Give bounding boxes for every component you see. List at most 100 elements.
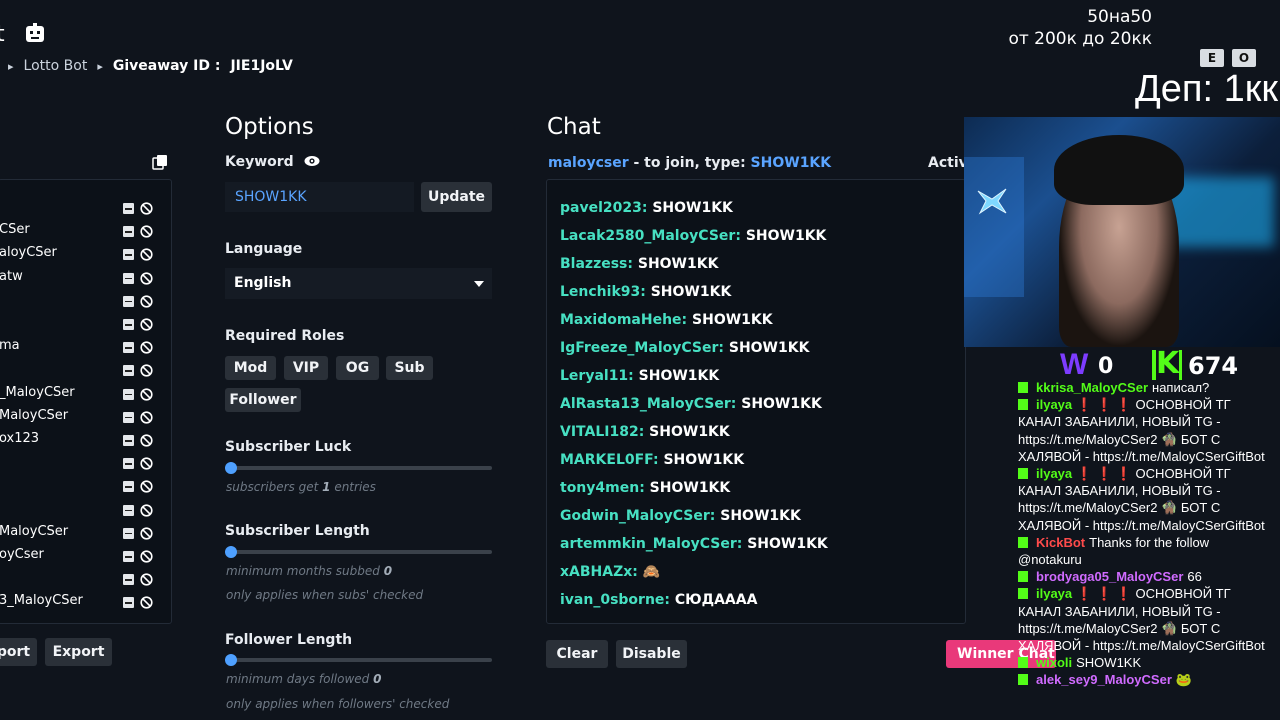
remove-entry-icon[interactable]	[123, 574, 134, 586]
remove-entry-icon[interactable]	[123, 411, 134, 423]
stream-chat-line: https://t.me/MaloyCSer2 🧌 БОТ С	[1018, 432, 1220, 448]
chat-message: artemmkin_MaloyCSer: SHOW1KK	[560, 536, 828, 552]
stream-chat-text: https://t.me/MaloyCSer2 🧌 БОТ С	[1018, 431, 1221, 447]
channel-name[interactable]: maloycser	[548, 155, 629, 171]
webcam-feed	[964, 117, 1280, 347]
chat-username[interactable]: IgFreeze_MaloyCSer:	[560, 340, 724, 356]
top-bar: t ▸ Lotto Bot ▸ Giveaway ID : JIE1JoLV	[0, 0, 980, 90]
remove-entry-icon[interactable]	[123, 597, 134, 609]
ban-icon[interactable]	[140, 225, 153, 238]
overlay-line-1: 50на50	[1087, 7, 1152, 27]
role-vip-button[interactable]: VIP	[284, 356, 328, 380]
kick-badge-icon	[1018, 399, 1028, 411]
chat-heading: Chat	[547, 114, 601, 140]
chat-username[interactable]: Godwin_MaloyCSer:	[560, 508, 715, 524]
remove-entry-icon[interactable]	[123, 458, 134, 470]
ban-icon[interactable]	[140, 480, 153, 493]
ban-icon[interactable]	[140, 503, 153, 517]
chat-log[interactable]: pavel2023: SHOW1KK Lacak2580_MaloyCSer: S…	[546, 179, 966, 624]
stream-chat-line: https://t.me/MaloyCSer2 🧌 БОТ С	[1018, 500, 1220, 516]
chat-username[interactable]: AlRasta13_MaloyCSer:	[560, 396, 736, 412]
remove-entry-icon[interactable]	[123, 319, 134, 330]
ban-icon[interactable]	[140, 318, 153, 331]
ban-icon[interactable]	[140, 411, 153, 424]
language-label: Language	[225, 241, 303, 257]
stream-chat-username: brodyaga05_MaloyCSer	[1036, 569, 1184, 585]
export-button[interactable]: Export	[45, 638, 112, 666]
chat-username[interactable]: Lenchik93:	[560, 284, 646, 300]
remove-entry-icon[interactable]	[123, 249, 134, 261]
ban-icon[interactable]	[140, 457, 153, 470]
remove-entry-icon[interactable]	[123, 527, 134, 539]
disable-button[interactable]: Disable	[616, 640, 687, 668]
chat-text: SHOW1KK	[649, 480, 731, 496]
ban-icon[interactable]	[140, 248, 153, 261]
chat-message: pavel2023: SHOW1KK	[560, 200, 733, 216]
stream-chat-line: https://t.me/MaloyCSer2 🧌 БОТ С	[1018, 621, 1220, 637]
role-follower-button[interactable]: Follower	[225, 388, 301, 412]
subscriber-length-slider[interactable]	[225, 546, 492, 558]
ban-icon[interactable]	[140, 202, 153, 215]
role-og-button[interactable]: OG	[336, 356, 379, 380]
remove-entry-icon[interactable]	[123, 342, 134, 354]
chat-username[interactable]: Leryal11:	[560, 368, 634, 384]
remove-entry-icon[interactable]	[123, 365, 134, 377]
participant-name: ox123	[0, 431, 40, 446]
role-sub-button[interactable]: Sub	[386, 356, 433, 380]
remove-entry-icon[interactable]	[123, 295, 134, 307]
remove-entry-icon[interactable]	[123, 388, 134, 400]
ban-icon[interactable]	[140, 550, 153, 563]
chat-username[interactable]: xABHAZx:	[560, 564, 638, 580]
breadcrumb-lotto-bot[interactable]: Lotto Bot	[24, 58, 88, 74]
update-button[interactable]: Update	[421, 182, 492, 212]
language-select[interactable]: English	[225, 268, 492, 299]
remove-entry-icon[interactable]	[123, 504, 134, 516]
follower-length-slider[interactable]	[225, 654, 492, 666]
ban-icon[interactable]	[140, 295, 153, 308]
ban-icon[interactable]	[140, 434, 153, 447]
import-button[interactable]: port	[0, 638, 37, 666]
keyword-input[interactable]	[225, 182, 414, 212]
remove-entry-icon[interactable]	[123, 226, 134, 238]
role-mod-button[interactable]: Mod	[225, 356, 276, 380]
ban-icon[interactable]	[140, 573, 153, 586]
chat-username[interactable]: ivan_0sborne:	[560, 592, 670, 608]
stream-chat-username: ilyaya	[1036, 466, 1073, 481]
remove-entry-icon[interactable]	[123, 272, 134, 284]
chat-username[interactable]: Lacak2580_MaloyCSer:	[560, 228, 741, 244]
ban-icon[interactable]	[140, 527, 153, 540]
chat-username[interactable]: tony4men:	[560, 480, 645, 496]
subscriber-luck-slider[interactable]	[225, 462, 492, 474]
slider-handle[interactable]	[225, 462, 237, 474]
slider-handle[interactable]	[225, 654, 237, 666]
ban-icon[interactable]	[140, 596, 153, 609]
chat-text: SHOW1KK	[663, 452, 745, 468]
chat-text: SHOW1KK	[692, 312, 773, 328]
chat-username[interactable]: artemmkin_MaloyCSer:	[560, 536, 742, 552]
chat-username[interactable]: VITALI182:	[560, 424, 644, 440]
remove-entry-icon[interactable]	[123, 435, 134, 446]
ban-icon[interactable]	[140, 341, 153, 354]
chat-username[interactable]: MaxidomaHehe:	[560, 312, 687, 328]
chat-message: Lenchik93: SHOW1KK	[560, 284, 731, 300]
ban-icon[interactable]	[140, 387, 153, 401]
chat-username[interactable]: MARKEL0FF:	[560, 452, 659, 468]
slider-handle[interactable]	[225, 546, 237, 558]
stream-chat-line: alek_sey9_MaloyCSer 🐸	[1018, 672, 1192, 688]
remove-entry-icon[interactable]	[123, 203, 134, 214]
participant-row	[0, 476, 171, 496]
chat-username[interactable]: pavel2023:	[560, 200, 647, 216]
clear-button[interactable]: Clear	[546, 640, 608, 668]
remove-entry-icon[interactable]	[123, 551, 134, 562]
eye-icon[interactable]	[304, 155, 320, 167]
subscriber-luck-label: Subscriber Luck	[225, 439, 352, 455]
ban-icon[interactable]	[140, 271, 153, 285]
stream-chat-line: ilyaya ❗ ❗ ❗ ОСНОВНОЙ ТГ	[1018, 586, 1231, 602]
ban-icon[interactable]	[140, 364, 153, 377]
participant-list[interactable]: CSer aloyCSer atw ma _MaloyCSer MaloyCSer ox12…	[0, 179, 172, 624]
participant-name: MaloyCSer	[0, 523, 69, 539]
remove-entry-icon[interactable]	[123, 481, 134, 493]
copy-icon[interactable]	[152, 154, 168, 170]
participant-name: atw	[0, 268, 23, 284]
chat-username[interactable]: Blazzess:	[560, 256, 633, 272]
